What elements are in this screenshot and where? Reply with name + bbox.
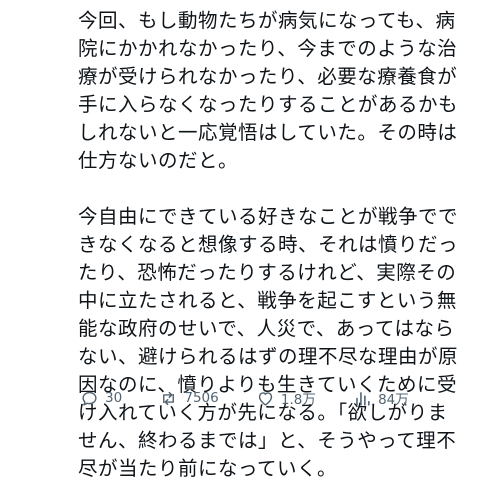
post-paragraph-2: 今自由にできている好きなことが戦争でできなくなると想像する時、それは憤りだったり… xyxy=(78,205,459,480)
reply-button[interactable]: 30 xyxy=(80,389,122,408)
post-paragraph-1: 今回、もし動物たちが病気になっても、病院にかかれなかったり、今までのような治療が… xyxy=(78,9,459,172)
reply-icon xyxy=(80,389,99,408)
post-action-bar: 30 7506 1.8万 84万 xyxy=(80,385,480,425)
like-count: 1.8万 xyxy=(280,392,316,408)
views-icon xyxy=(353,389,372,408)
repost-button[interactable]: 7506 xyxy=(159,389,219,408)
post-secondary-actions xyxy=(446,389,480,425)
reply-count: 30 xyxy=(105,390,123,406)
post-body: 今回、もし動物たちが病気になっても、病院にかかれなかったり、今までのような治療が… xyxy=(78,7,462,483)
heart-icon xyxy=(256,389,275,408)
like-button[interactable]: 1.8万 xyxy=(256,388,316,408)
views-button[interactable]: 84万 xyxy=(353,388,409,408)
repost-count: 7506 xyxy=(184,390,219,406)
view-count: 84万 xyxy=(378,392,409,408)
repost-icon xyxy=(159,389,178,408)
